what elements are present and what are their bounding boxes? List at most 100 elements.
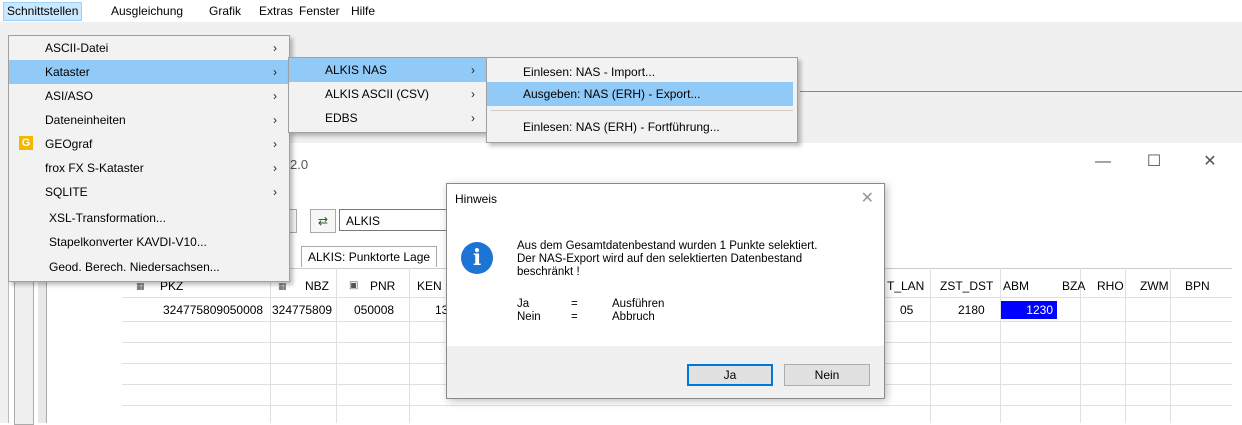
menu-grafik[interactable]: Grafik	[206, 3, 244, 20]
menu-item-label: EDBS	[325, 111, 358, 125]
cell-pnr[interactable]: 050008	[354, 301, 394, 319]
chevron-right-icon: ›	[273, 89, 277, 103]
cell-pkz[interactable]: 324775809050008	[163, 301, 263, 319]
dataset-combo[interactable]: ALKIS	[339, 209, 451, 231]
option-key-nein: Nein	[517, 311, 541, 323]
nein-button[interactable]: Nein	[784, 364, 870, 386]
column-header-zwm[interactable]: ZWM	[1140, 277, 1169, 295]
menu-item-label: ALKIS NAS	[325, 63, 388, 77]
dialog-message-line: Der NAS-Export wird auf den selektierten…	[517, 253, 803, 265]
chevron-right-icon: ›	[471, 87, 475, 101]
grid-line	[270, 268, 271, 423]
column-header-ken[interactable]: KEN	[417, 277, 442, 295]
cell-zst-dst[interactable]: 2180	[958, 301, 985, 319]
tab-alkis-punktorte-lage[interactable]: ALKIS: Punktorte Lage	[301, 246, 438, 267]
option-desc-abbruch: Abbruch	[612, 311, 655, 323]
close-icon[interactable]: ✕	[861, 188, 874, 208]
option-key-ja: Ja	[517, 298, 530, 310]
alkis-nas-submenu: Einlesen: NAS - Import... Ausgeben: NAS …	[486, 57, 798, 143]
menu-item-kataster[interactable]: Kataster ›	[9, 60, 289, 84]
ja-button[interactable]: Ja	[687, 364, 773, 386]
cell-nbz[interactable]: 324775809	[272, 301, 332, 319]
menu-item-stapelkonverter[interactable]: Stapelkonverter KAVDI-V10...	[9, 230, 289, 254]
menu-item-label: Einlesen: NAS (ERH) - Fortführung...	[523, 120, 720, 134]
menu-item-label: ASCII-Datei	[45, 41, 109, 55]
column-header-bpn[interactable]: BPN	[1185, 277, 1210, 295]
menu-item-xsl[interactable]: XSL-Transformation...	[9, 206, 289, 230]
column-header-zst-dst[interactable]: ZST_DST	[940, 277, 993, 295]
grid-line	[930, 268, 931, 423]
option-eq: =	[571, 298, 578, 310]
column-header-abm[interactable]: ABM	[1003, 277, 1029, 295]
menu-item-dateneinheiten[interactable]: Dateneinheiten ›	[9, 108, 289, 132]
menu-item-geod-berech[interactable]: Geod. Berech. Niedersachsen...	[9, 255, 289, 279]
chevron-right-icon: ›	[273, 41, 277, 55]
menu-item-alkis-nas[interactable]: ALKIS NAS ›	[289, 58, 487, 82]
menu-item-label: GEOgraf	[45, 137, 93, 151]
chevron-right-icon: ›	[273, 65, 277, 79]
hinweis-dialog: Hinweis ✕ i Aus dem Gesamtdatenbestand w…	[446, 183, 885, 399]
close-window-icon[interactable]: ✕	[1197, 152, 1223, 172]
column-lock-icon: ▣	[349, 280, 359, 291]
grid-line	[1000, 268, 1001, 423]
menu-item-alkis-ascii[interactable]: ALKIS ASCII (CSV) ›	[289, 82, 487, 106]
grid-line	[1170, 268, 1171, 423]
geograf-icon: G	[19, 136, 33, 150]
grid-line	[336, 268, 337, 423]
column-header-pnr[interactable]: PNR	[370, 277, 395, 295]
dialog-titlebar: Hinweis ✕	[447, 184, 884, 214]
column-header-rho[interactable]: RHO	[1097, 277, 1124, 295]
menu-item-nas-fortfuehrung[interactable]: Einlesen: NAS (ERH) - Fortführung...	[487, 115, 797, 139]
schnittstellen-menu: ASCII-Datei › Kataster › ASI/ASO › Datenein…	[8, 35, 290, 282]
menubar: Schnittstellen Ausgleichung Grafik Extra…	[0, 0, 1242, 22]
menu-item-nas-import[interactable]: Einlesen: NAS - Import...	[487, 60, 797, 84]
chevron-right-icon: ›	[471, 63, 475, 77]
chevron-right-icon: ›	[273, 137, 277, 151]
grid-line	[122, 405, 1232, 406]
menu-fenster[interactable]: Fenster	[296, 3, 343, 20]
menu-item-label: XSL-Transformation...	[49, 211, 166, 225]
inner-window-title: 2.0	[290, 157, 309, 172]
dialog-message-line: Aus dem Gesamtdatenbestand wurden 1 Punk…	[517, 240, 818, 252]
menu-item-ascii-datei[interactable]: ASCII-Datei ›	[9, 36, 289, 60]
kataster-submenu: ALKIS NAS › ALKIS ASCII (CSV) › EDBS ›	[288, 57, 488, 133]
menu-item-label: Geod. Berech. Niedersachsen...	[49, 260, 220, 274]
menu-item-label: Dateneinheiten	[45, 113, 126, 127]
grid-line	[1125, 268, 1126, 423]
menu-hilfe[interactable]: Hilfe	[348, 3, 378, 20]
menu-item-label: Kataster	[45, 65, 90, 79]
menu-item-asi-aso[interactable]: ASI/ASO ›	[9, 84, 289, 108]
chevron-right-icon: ›	[471, 111, 475, 125]
menu-item-label: frox FX S-Kataster	[45, 161, 144, 175]
chevron-right-icon: ›	[273, 113, 277, 127]
menu-ausgleichung[interactable]: Ausgleichung	[108, 3, 186, 20]
column-header-nbz[interactable]: NBZ	[305, 277, 329, 295]
menu-item-frox[interactable]: frox FX S-Kataster ›	[9, 156, 289, 180]
menu-item-edbs[interactable]: EDBS ›	[289, 106, 487, 130]
toolbar-divider	[800, 91, 1242, 92]
option-desc-ausfuehren: Ausführen	[612, 298, 665, 310]
menu-item-label: SQLITE	[45, 185, 88, 199]
dialog-message-line: beschränkt !	[517, 266, 580, 278]
left-panel-splitter[interactable]	[38, 268, 47, 423]
left-panel-bar	[14, 268, 34, 425]
menu-schnittstellen[interactable]: Schnittstellen	[3, 2, 83, 21]
menu-item-geograf[interactable]: G GEOgraf ›	[9, 132, 289, 156]
transfer-icon[interactable]: ⇄	[310, 209, 336, 233]
menu-item-label: ASI/ASO	[45, 89, 94, 103]
dialog-body: i Aus dem Gesamtdatenbestand wurden 1 Pu…	[447, 214, 884, 346]
menu-item-label: ALKIS ASCII (CSV)	[325, 87, 430, 101]
cell-abm-selected[interactable]: 1230	[1001, 301, 1057, 319]
maximize-icon[interactable]: ☐	[1141, 152, 1167, 172]
column-header-bza[interactable]: BZA	[1062, 277, 1085, 295]
menu-item-sqlite[interactable]: SQLITE ›	[9, 180, 289, 204]
info-icon: i	[461, 242, 493, 274]
menu-extras[interactable]: Extras	[256, 3, 296, 20]
menu-item-nas-export[interactable]: Ausgeben: NAS (ERH) - Export...	[487, 82, 793, 106]
option-eq: =	[571, 311, 578, 323]
menu-separator	[491, 110, 793, 111]
cell-t-lan[interactable]: 05	[900, 301, 913, 319]
column-header-t-lan[interactable]: T_LAN	[887, 277, 924, 295]
menu-item-label: Stapelkonverter KAVDI-V10...	[49, 235, 207, 249]
minimize-icon[interactable]: —	[1090, 152, 1116, 172]
